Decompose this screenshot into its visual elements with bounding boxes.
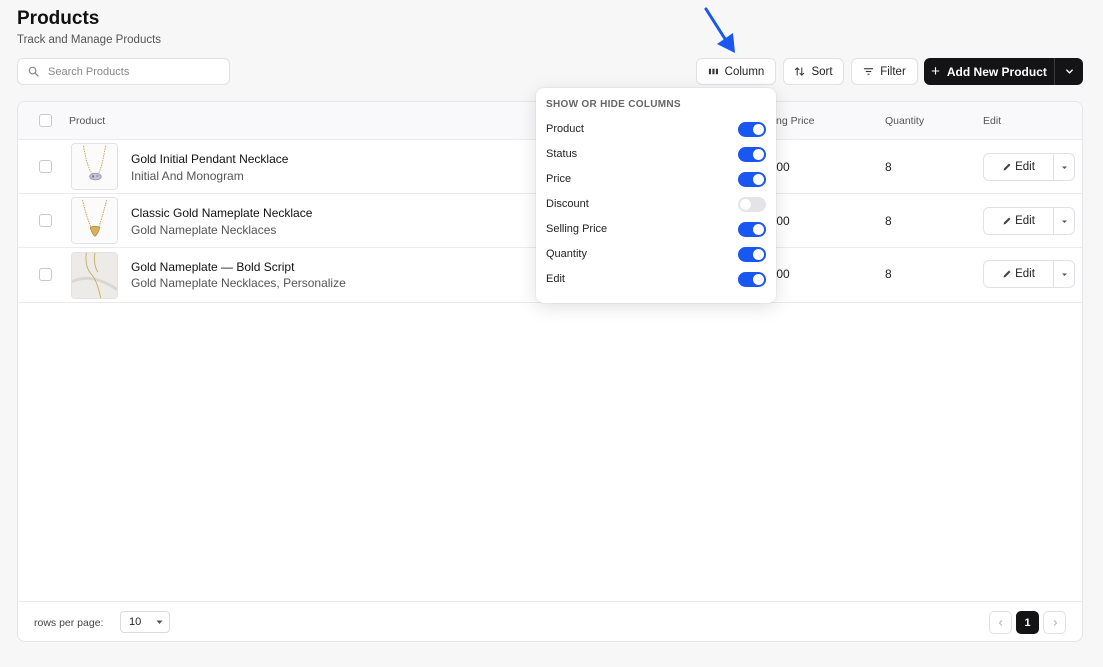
edit-button[interactable]: Edit: [984, 208, 1054, 234]
column-toggle-label: Edit: [546, 273, 565, 285]
column-toggle-label: Product: [546, 123, 584, 135]
edit-dropdown-button[interactable]: [1054, 154, 1074, 180]
column-toggle-label: Status: [546, 148, 578, 160]
edit-button-group: Edit: [983, 260, 1075, 288]
filter-icon: [864, 68, 874, 75]
header-selling-price[interactable]: ng Price: [776, 115, 815, 127]
edit-dropdown-button[interactable]: [1054, 261, 1074, 287]
column-button[interactable]: Column: [696, 58, 776, 85]
necklace-image: [72, 253, 117, 298]
toggle-switch-on[interactable]: [738, 272, 766, 287]
edit-button-group: Edit: [983, 153, 1075, 181]
header-quantity[interactable]: Quantity: [885, 115, 924, 127]
product-thumbnail[interactable]: [71, 143, 118, 190]
quantity: 8: [885, 214, 892, 228]
toggle-switch-on[interactable]: [738, 172, 766, 187]
page-title: Products: [17, 8, 100, 29]
search-input[interactable]: [48, 65, 218, 78]
search-icon: [28, 66, 39, 77]
filter-button-label: Filter: [880, 65, 906, 78]
row-checkbox[interactable]: [39, 160, 52, 173]
columns-icon: [708, 68, 718, 75]
page-button-current[interactable]: 1: [1016, 611, 1039, 634]
edit-button-label: Edit: [1015, 161, 1035, 173]
table-footer: rows per page: 10 1: [18, 601, 1082, 641]
column-toggle-selling-price[interactable]: Selling Price: [536, 220, 776, 240]
add-new-product-button[interactable]: + Add New Product: [924, 58, 1054, 85]
quantity: 8: [885, 267, 892, 281]
product-category: Gold Nameplate Necklaces, Personalize: [131, 276, 346, 290]
caret-down-icon: [1061, 220, 1067, 223]
previous-page-button[interactable]: [989, 611, 1012, 634]
edit-button-group: Edit: [983, 207, 1075, 235]
sort-icon: [795, 67, 805, 76]
product-name[interactable]: Gold Initial Pendant Necklace: [131, 152, 288, 166]
column-toggle-quantity[interactable]: Quantity: [536, 245, 776, 265]
column-toggle-label: Discount: [546, 198, 589, 210]
filter-button[interactable]: Filter: [851, 58, 918, 85]
product-name[interactable]: Gold Nameplate — Bold Script: [131, 260, 294, 274]
add-new-product-label: Add New Product: [946, 64, 1047, 79]
rows-per-page-label: rows per page:: [34, 617, 104, 629]
edit-dropdown-button[interactable]: [1054, 208, 1074, 234]
column-toggle-label: Price: [546, 173, 572, 185]
add-product-dropdown-button[interactable]: [1054, 58, 1083, 85]
column-toggle-status[interactable]: Status: [536, 145, 776, 165]
rows-per-page-select[interactable]: 10: [120, 611, 170, 633]
chevron-down-icon: [1065, 69, 1073, 74]
toggle-switch-on[interactable]: [738, 122, 766, 137]
column-toggle-label: Selling Price: [546, 223, 608, 235]
row-checkbox[interactable]: [39, 268, 52, 281]
toggle-switch-off[interactable]: [738, 197, 766, 212]
chevron-right-icon: [1053, 619, 1057, 626]
caret-down-icon: [1061, 273, 1067, 276]
column-toggle-price[interactable]: Price: [536, 170, 776, 190]
plus-icon: +: [931, 63, 940, 80]
row-checkbox[interactable]: [39, 214, 52, 227]
toggle-switch-on[interactable]: [738, 247, 766, 262]
caret-down-icon: [156, 620, 163, 624]
search-box[interactable]: [17, 58, 230, 85]
edit-button[interactable]: Edit: [984, 261, 1054, 287]
column-visibility-menu: SHOW OR HIDE COLUMNS Product Status Pric…: [536, 88, 776, 303]
necklace-image: [72, 144, 117, 189]
column-toggle-discount[interactable]: Discount: [536, 195, 776, 215]
caret-down-icon: [1061, 166, 1067, 169]
edit-button-label: Edit: [1015, 215, 1035, 227]
toggle-switch-on[interactable]: [738, 222, 766, 237]
column-toggle-label: Quantity: [546, 248, 587, 260]
product-category: Gold Nameplate Necklaces: [131, 223, 277, 237]
column-menu-title: SHOW OR HIDE COLUMNS: [546, 99, 681, 110]
annotation-arrow-icon: [704, 7, 735, 53]
pencil-icon: [1003, 217, 1011, 225]
select-all-checkbox[interactable]: [39, 114, 52, 127]
quantity: 8: [885, 160, 892, 174]
column-toggle-product[interactable]: Product: [536, 120, 776, 140]
product-name[interactable]: Classic Gold Nameplate Necklace: [131, 206, 312, 220]
column-toggle-edit[interactable]: Edit: [536, 270, 776, 290]
column-button-label: Column: [724, 65, 765, 78]
sort-button-label: Sort: [811, 65, 833, 78]
header-edit: Edit: [983, 115, 1002, 127]
product-thumbnail[interactable]: [71, 252, 118, 299]
toggle-switch-on[interactable]: [738, 147, 766, 162]
sort-button[interactable]: Sort: [783, 58, 844, 85]
pencil-icon: [1003, 163, 1011, 171]
edit-button-label: Edit: [1015, 268, 1035, 280]
pencil-icon: [1003, 270, 1011, 278]
chevron-left-icon: [998, 619, 1002, 626]
edit-button[interactable]: Edit: [984, 154, 1054, 180]
add-product-button-group: + Add New Product: [924, 58, 1083, 85]
next-page-button[interactable]: [1043, 611, 1066, 634]
necklace-image: [72, 198, 117, 243]
rows-per-page-value: 10: [129, 616, 142, 628]
product-thumbnail[interactable]: [71, 197, 118, 244]
page-subtitle: Track and Manage Products: [17, 34, 162, 46]
header-product[interactable]: Product: [69, 115, 105, 127]
product-category: Initial And Monogram: [131, 169, 244, 183]
